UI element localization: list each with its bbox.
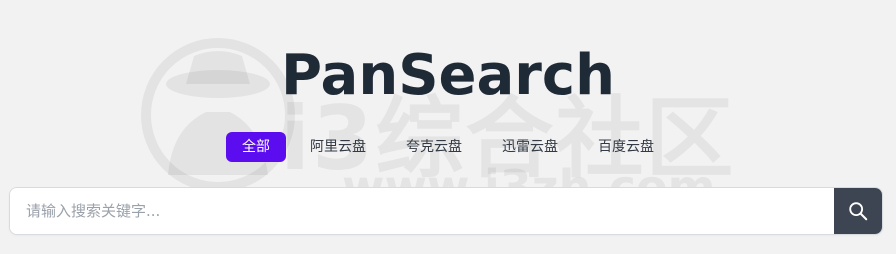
search-bar [9, 187, 883, 235]
page-title: PanSearch [281, 43, 615, 108]
page: i3综合社区 www.i3zh.com PanSearch 全部 阿里云盘 夸克… [0, 0, 896, 254]
tab-xunlei[interactable]: 迅雷云盘 [486, 132, 574, 162]
search-icon [849, 202, 868, 221]
tab-quark[interactable]: 夸克云盘 [390, 132, 478, 162]
tab-aliyun[interactable]: 阿里云盘 [294, 132, 382, 162]
search-button[interactable] [834, 188, 882, 234]
search-input[interactable] [10, 188, 834, 234]
tab-baidu[interactable]: 百度云盘 [582, 132, 670, 162]
disk-type-tabs: 全部 阿里云盘 夸克云盘 迅雷云盘 百度云盘 [0, 132, 896, 162]
tab-all[interactable]: 全部 [226, 132, 286, 162]
